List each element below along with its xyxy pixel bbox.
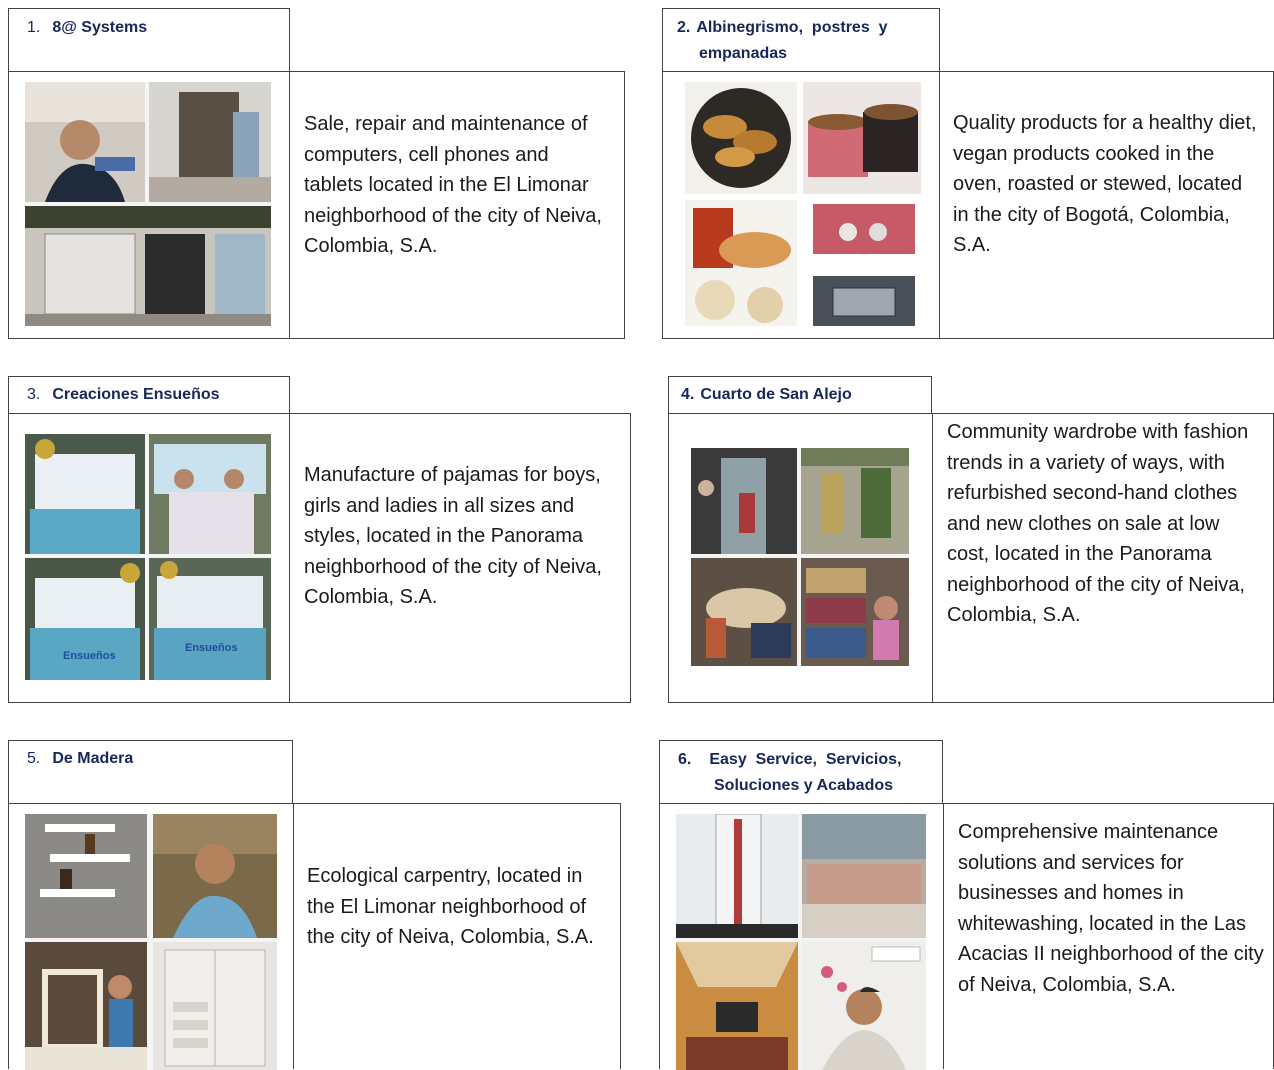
entry-2-name-line1: Albinegrismo, postres y — [696, 19, 888, 36]
entry-6-photo-shower — [676, 814, 798, 938]
entry-3-photo-stand-2: Ensueños — [25, 558, 145, 680]
entry-3-body: Ensueños Ensueños Manufacture of pajamas… — [8, 413, 631, 703]
entry-6-name-line2: Soluciones y Acabados — [714, 777, 894, 794]
entry-3-number: 3. — [27, 386, 41, 403]
entry-1-description: Sale, repair and maintenance of computer… — [304, 113, 602, 257]
entry-3-photo-stand-3: Ensueños — [149, 558, 271, 680]
entry-1-photo-storefront — [25, 206, 271, 326]
entry-5-number: 5. — [27, 750, 41, 767]
entry-2-photo-jar-and-cookies — [685, 200, 797, 326]
entry-4-photo-mannequins — [801, 448, 909, 554]
entry-4-photo-collage — [691, 448, 909, 666]
entry-1-number: 1. — [27, 19, 41, 36]
entry-3-logo-text-2: Ensueños — [185, 642, 238, 654]
entry-3-header: 3. Creaciones Ensueños — [8, 376, 290, 414]
entry-3-name: Creaciones Ensueños — [52, 386, 220, 403]
entry-4-name: Cuarto de San Alejo — [700, 386, 852, 403]
entry-6-header: 6. Easy Service, Servicios, Soluciones y … — [659, 740, 943, 804]
entry-1-name: 8@ Systems — [52, 19, 148, 36]
entry-5-body: Ecological carpentry, located in the El … — [8, 803, 621, 1070]
entry-4-description: Community wardrobe with fashion trends i… — [947, 421, 1249, 626]
entry-2-body: Quality products for a healthy diet, veg… — [662, 71, 1274, 339]
entry-2-name-line2: empanadas — [699, 45, 788, 62]
entry-6-title: 6. Easy Service, Servicios, Soluciones y … — [678, 747, 936, 799]
entry-3-title: 3. Creaciones Ensueños — [27, 382, 220, 408]
entry-2-photo-baking-dish — [813, 276, 915, 326]
entry-6-photo-worker — [802, 942, 926, 1070]
entry-5-photo-workshop — [25, 942, 147, 1070]
entry-6-photo-collage — [676, 814, 926, 1070]
entry-6-photo-tiled-wall — [802, 814, 926, 938]
entry-4-body: Community wardrobe with fashion trends i… — [668, 413, 1274, 703]
entry-4-number: 4. — [681, 386, 695, 403]
entry-3-photo-stand-1 — [25, 434, 145, 554]
entry-3-description: Manufacture of pajamas for boys, girls a… — [304, 464, 602, 608]
entry-6-number: 6. — [678, 751, 692, 768]
entry-1-body: Sale, repair and maintenance of computer… — [8, 71, 625, 339]
entry-1-photo-shop-interior — [149, 82, 271, 202]
entry-2-photo-collage — [685, 82, 921, 326]
entry-2-description: Quality products for a healthy diet, veg… — [953, 112, 1257, 256]
entry-2-photo-checkered-tray — [813, 204, 915, 254]
entry-5-photo-wall-shelves — [25, 814, 147, 938]
entry-4-photo-doorway — [691, 448, 797, 554]
entry-6-photo-living-room — [676, 942, 798, 1070]
entry-2-header: 2. Albinegrismo, postres y empanadas — [662, 8, 940, 72]
entry-5-header: 5. De Madera — [8, 740, 293, 804]
entry-1-header: 1. 8@ Systems — [8, 8, 290, 72]
entry-6-description: Comprehensive maintenance solutions and … — [958, 821, 1264, 996]
entry-4-photo-clothes-pile — [691, 558, 797, 666]
entry-5-description: Ecological carpentry, located in the El … — [307, 865, 594, 948]
entry-5-photo-closet — [153, 942, 277, 1070]
entry-6-name-line1: Easy Service, Servicios, — [709, 751, 902, 768]
entry-4-photo-shelves — [801, 558, 909, 666]
entry-5-name: De Madera — [52, 750, 134, 767]
entry-3-photo-collage: Ensueños Ensueños — [25, 434, 271, 680]
entry-5-photo-carpenter — [153, 814, 277, 938]
entry-2-number: 2. — [677, 19, 691, 36]
entry-3-logo-text-1: Ensueños — [63, 650, 116, 662]
entry-4-header: 4. Cuarto de San Alejo — [668, 376, 932, 414]
entry-1-photo-technician — [25, 82, 145, 202]
entry-2-photo-cakes — [803, 82, 921, 194]
entry-5-title: 5. De Madera — [27, 746, 133, 772]
entry-1-title: 1. 8@ Systems — [27, 15, 147, 41]
entry-2-photo-empanadas-pan — [685, 82, 797, 194]
entry-3-photo-team — [149, 434, 271, 554]
entry-1-photo-collage — [25, 82, 271, 326]
entry-4-title: 4. Cuarto de San Alejo — [681, 382, 852, 408]
entry-2-title: 2. Albinegrismo, postres y empanadas — [677, 15, 929, 67]
entry-5-photo-collage — [25, 814, 277, 1070]
entry-6-body: Comprehensive maintenance solutions and … — [659, 803, 1274, 1070]
